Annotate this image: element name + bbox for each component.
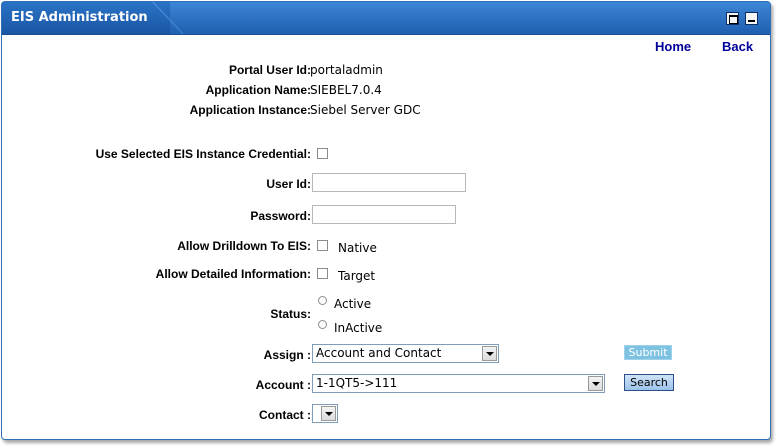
drilldown-label: Allow Drilldown To EIS: <box>177 239 311 253</box>
account-select-value: 1-1QT5->111 <box>316 376 398 390</box>
account-select[interactable]: 1-1QT5->111 <box>312 374 605 393</box>
back-link[interactable]: Back <box>722 39 753 54</box>
password-input[interactable] <box>312 205 456 224</box>
portal-user-id-label: Portal User Id: <box>228 63 311 77</box>
maximize-icon[interactable] <box>726 12 739 25</box>
use-credential-label: Use Selected EIS Instance Credential: <box>95 147 311 161</box>
search-button[interactable]: Search <box>624 374 674 391</box>
status-label: Status: <box>270 307 311 321</box>
title-bar: EIS Administration <box>2 2 770 35</box>
home-link[interactable]: Home <box>655 39 691 54</box>
contact-label: Contact : <box>259 408 311 422</box>
user-id-input[interactable] <box>312 173 466 192</box>
application-instance-label: Application Instance: <box>189 103 311 117</box>
native-checkbox[interactable] <box>317 240 328 251</box>
minimize-icon[interactable] <box>745 12 758 25</box>
application-name-value: SIEBEL7.0.4 <box>310 83 382 97</box>
application-name-label: Application Name: <box>205 83 311 97</box>
assign-select-value: Account and Contact <box>316 346 442 360</box>
target-checkbox[interactable] <box>317 268 328 279</box>
inactive-radio[interactable] <box>318 320 327 329</box>
chevron-down-icon[interactable] <box>588 376 603 391</box>
chevron-down-icon[interactable] <box>482 346 497 361</box>
portal-user-id-value: portaladmin <box>310 63 383 77</box>
chevron-down-icon[interactable] <box>321 406 336 421</box>
inactive-radio-label: InActive <box>334 321 383 335</box>
active-radio[interactable] <box>318 296 327 305</box>
detailed-info-label: Allow Detailed Information: <box>155 267 311 281</box>
account-label: Account : <box>255 378 311 392</box>
submit-button[interactable]: Submit <box>624 345 672 360</box>
application-instance-value: Siebel Server GDC <box>310 103 421 117</box>
assign-label: Assign : <box>263 348 311 362</box>
target-label: Target <box>338 269 376 283</box>
native-label: Native <box>338 241 377 255</box>
user-id-label: User Id: <box>266 177 311 191</box>
assign-select[interactable]: Account and Contact <box>312 344 499 363</box>
contact-select[interactable] <box>312 404 338 423</box>
password-label: Password: <box>250 209 311 223</box>
portlet-title: EIS Administration <box>2 2 170 34</box>
use-credential-checkbox[interactable] <box>317 148 328 159</box>
active-radio-label: Active <box>334 297 372 311</box>
